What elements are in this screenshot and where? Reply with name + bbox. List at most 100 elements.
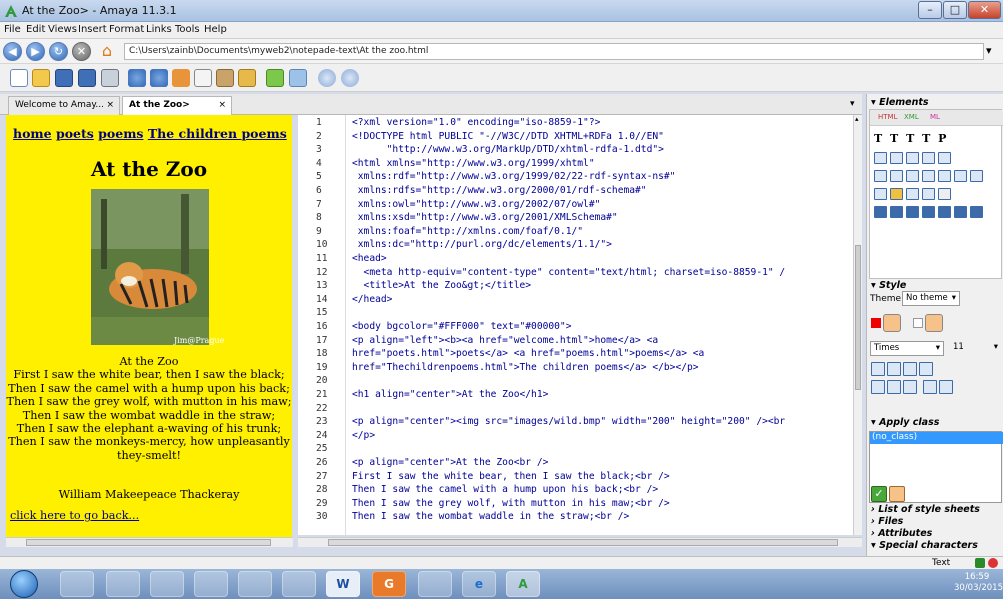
menu-file[interactable]: File xyxy=(4,24,21,35)
code-line[interactable]: 22 xyxy=(298,403,853,415)
cut-icon[interactable] xyxy=(172,69,190,87)
forward-icon[interactable]: ▶ xyxy=(26,42,45,61)
code-line[interactable]: 26 <p align="center">At the Zoo<br /> xyxy=(298,457,853,469)
background-picker-icon[interactable] xyxy=(925,314,943,332)
style-sheets-section[interactable]: › List of style sheets xyxy=(871,504,980,515)
code-line[interactable]: 16 <body bgcolor="#FFF000" text="#00000"> xyxy=(298,321,853,333)
code-line[interactable]: 4 <html xmlns="http://www.w3.org/1999/xht… xyxy=(298,158,853,170)
definition-list-icon[interactable] xyxy=(906,152,919,164)
border-icon[interactable] xyxy=(939,380,953,394)
find-replace-icon[interactable] xyxy=(289,69,307,87)
preformatted-icon[interactable] xyxy=(938,152,951,164)
menu-insert[interactable]: Insert xyxy=(78,24,107,35)
stop-icon[interactable]: ✕ xyxy=(72,42,91,61)
attributes-section[interactable]: › Attributes xyxy=(871,528,932,539)
code-line[interactable]: 19 href="Thechildrenpoems.html">The child… xyxy=(298,362,853,374)
paint-brush-taskbar-icon[interactable] xyxy=(418,571,452,597)
menu-links[interactable]: Links xyxy=(146,24,172,35)
outdent-icon[interactable] xyxy=(887,380,901,394)
blockquote-icon[interactable] xyxy=(922,152,935,164)
code-line[interactable]: 7 xmlns:owl="http://www.w3.org/2002/07/o… xyxy=(298,199,853,211)
undo-icon[interactable] xyxy=(128,69,146,87)
link-home[interactable]: home xyxy=(13,126,52,141)
chrome-taskbar-icon[interactable] xyxy=(194,571,228,597)
paste-icon[interactable] xyxy=(216,69,234,87)
reload-icon[interactable]: ↻ xyxy=(49,42,68,61)
tab-menu-icon[interactable]: ▾ xyxy=(850,99,855,109)
link-poets[interactable]: poets xyxy=(56,126,94,141)
title-format-button[interactable]: T xyxy=(874,132,882,145)
close-tab-icon[interactable]: × xyxy=(106,100,114,110)
menu-format[interactable]: Format xyxy=(109,24,144,35)
palette-tab-html[interactable]: HTML xyxy=(878,113,897,121)
heading3-format-button[interactable]: T xyxy=(906,132,914,145)
link-icon[interactable] xyxy=(874,188,887,200)
menu-views[interactable]: Views xyxy=(48,24,77,35)
palette-tab-xml[interactable]: XML xyxy=(904,113,919,121)
class-item[interactable]: (no_class) xyxy=(870,432,1003,444)
tab-at-the-zoo[interactable]: At the Zoo> × xyxy=(122,96,232,115)
css-icon[interactable] xyxy=(238,69,256,87)
google-taskbar-icon[interactable]: G xyxy=(372,571,406,597)
word-taskbar-icon[interactable]: W xyxy=(326,571,360,597)
media-taskbar-icon[interactable] xyxy=(106,571,140,597)
italic-icon[interactable] xyxy=(890,170,903,182)
code-line[interactable]: 3 "http://www.w3.org/MarkUp/DTD/xhtml-rd… xyxy=(298,144,853,156)
apply-check-icon[interactable]: ✓ xyxy=(871,486,887,502)
close-tab-icon[interactable]: × xyxy=(218,100,226,110)
code-line[interactable]: 15 xyxy=(298,307,853,319)
code-line[interactable]: 29 Then I saw the grey wolf, with mutton … xyxy=(298,498,853,510)
apply-class-header[interactable]: ▾ Apply class xyxy=(871,417,939,428)
open-folder-icon[interactable] xyxy=(32,69,50,87)
class-settings-icon[interactable] xyxy=(889,486,905,502)
back-icon[interactable]: ◀ xyxy=(3,42,22,61)
redo-icon[interactable] xyxy=(150,69,168,87)
code-line[interactable]: 9 xmlns:foaf="http://xmlns.com/foaf/0.1/… xyxy=(298,226,853,238)
palette-tab-ml[interactable]: ML xyxy=(930,113,940,121)
background-color-swatch[interactable] xyxy=(913,318,923,328)
paragraph-format-button[interactable]: P xyxy=(938,132,946,145)
code-line[interactable]: 1 <?xml version="1.0" encoding="iso-8859-… xyxy=(298,117,853,129)
code-line[interactable]: 30 Then I saw the wombat waddle in the st… xyxy=(298,511,853,523)
files-section[interactable]: › Files xyxy=(871,516,903,527)
address-input[interactable]: C:\Users\zainb\Documents\myweb2\notepade… xyxy=(124,43,984,60)
heading2-format-button[interactable]: T xyxy=(890,132,898,145)
indent-icon[interactable] xyxy=(871,380,885,394)
bold-icon[interactable] xyxy=(906,170,919,182)
theme-select[interactable]: No theme ▾ xyxy=(902,291,960,306)
textarea-icon[interactable] xyxy=(906,206,919,218)
code-line[interactable]: 18 href="poets.html">poets</a> <a href="p… xyxy=(298,348,853,360)
spellcheck-icon[interactable] xyxy=(266,69,284,87)
zoom-out-icon[interactable] xyxy=(341,69,359,87)
form-icon[interactable] xyxy=(874,206,887,218)
link-children-poems[interactable]: The children poems xyxy=(148,126,287,141)
address-dropdown-icon[interactable]: ▾ xyxy=(986,44,992,57)
maximize-button[interactable]: □ xyxy=(943,1,967,19)
source-vertical-scrollbar[interactable]: ▴ xyxy=(853,115,862,535)
special-characters-section[interactable]: ▾ Special characters xyxy=(871,540,978,551)
code-line[interactable]: 28 Then I saw the camel with a hump upon … xyxy=(298,484,853,496)
home-icon[interactable]: ⌂ xyxy=(97,41,117,61)
superscript-icon[interactable] xyxy=(954,170,967,182)
internet-explorer-taskbar-icon[interactable]: e xyxy=(462,571,496,597)
numbered-list-icon[interactable] xyxy=(890,152,903,164)
tab-welcome[interactable]: Welcome to Amay... × xyxy=(8,96,120,115)
code-line[interactable]: 10 xmlns:dc="http://purl.org/dc/elements… xyxy=(298,239,853,251)
save-icon[interactable] xyxy=(55,69,73,87)
style-header[interactable]: ▾ Style xyxy=(871,280,906,291)
margin-icon[interactable] xyxy=(923,380,937,394)
align-justify-icon[interactable] xyxy=(919,362,933,376)
subscript-icon[interactable] xyxy=(970,170,983,182)
code-line[interactable]: 2 <!DOCTYPE html PUBLIC "-//W3C//DTD XHTM… xyxy=(298,131,853,143)
heading4-format-button[interactable]: T xyxy=(922,132,930,145)
preview-horizontal-scrollbar[interactable] xyxy=(6,537,293,547)
go-back-link[interactable]: click here to go back... xyxy=(10,509,139,522)
font-family-select[interactable]: Times ▾ xyxy=(870,341,944,356)
code-line[interactable]: 6 xmlns:rdfs="http://www.w3.org/2000/01/… xyxy=(298,185,853,197)
menu-edit[interactable]: Edit xyxy=(26,24,45,35)
label-icon[interactable] xyxy=(954,206,967,218)
code-line[interactable]: 14 </head> xyxy=(298,294,853,306)
line-spacing-icon[interactable] xyxy=(903,380,917,394)
zoom-in-icon[interactable] xyxy=(318,69,336,87)
fieldset-icon[interactable] xyxy=(938,206,951,218)
